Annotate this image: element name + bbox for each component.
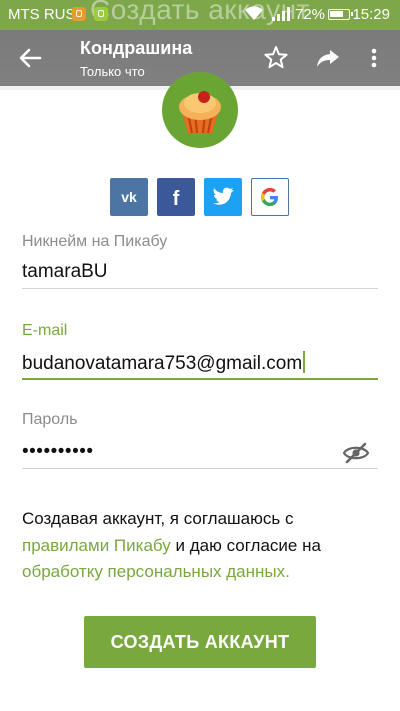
personal-data-link[interactable]: обработку персональных данных. [22,562,290,581]
share-icon[interactable] [314,44,342,72]
cupcake-logo-icon [179,91,221,134]
twitter-login-button[interactable] [204,178,242,216]
clock: 15:29 [352,6,390,23]
more-vert-icon[interactable] [364,44,384,72]
battery-icon [328,9,353,20]
twitter-icon [213,187,234,205]
google-login-button[interactable] [251,178,289,216]
email-field[interactable]: budanovatamara753@gmail.com [22,351,306,375]
star-icon[interactable] [262,44,290,72]
notification-icon [72,7,86,21]
svg-text:f: f [173,188,180,210]
nickname-label: Никнейм на Пикабу [22,233,168,250]
carrier-name: MTS RUS [8,6,76,23]
notification-icon [94,7,108,21]
vk-icon: vk [121,189,137,205]
email-value: budanovatamara753@gmail.com [22,353,303,374]
toolbar-title: Кондрашина [80,38,193,58]
status-bar: MTS RUS 72% 15:29 [0,0,400,30]
password-underline [22,468,378,469]
text-cursor [303,351,306,373]
create-account-button[interactable]: СОЗДАТЬ АККАУНТ [84,616,316,668]
terms-text-part: и даю согласие на [175,535,321,555]
toolbar-subtitle: Только что [80,64,145,79]
avatar [162,72,238,148]
terms-text: Создавая аккаунт, я соглашаюсь с правила… [22,506,382,586]
eye-slash-icon[interactable] [342,441,370,465]
google-icon [261,188,279,206]
terms-text-part: Создавая аккаунт, я соглашаюсь с [22,509,294,528]
nickname-underline [22,288,378,289]
rules-link[interactable]: правилами Пикабу [22,536,171,555]
email-underline [22,378,378,380]
password-label: Пароль [22,411,78,428]
vk-login-button[interactable]: vk [110,178,148,216]
facebook-icon: f [173,188,180,210]
battery-percent: 72% [295,6,326,23]
nickname-input[interactable]: tamaraBU [22,261,108,283]
facebook-login-button[interactable]: f [157,178,195,216]
back-arrow-icon[interactable] [14,42,46,74]
svg-text:vk: vk [121,189,137,205]
wifi-icon [245,6,263,21]
signal-icon [272,7,290,21]
password-field[interactable]: •••••••••• [22,441,94,463]
email-label: E-mail [22,322,68,339]
